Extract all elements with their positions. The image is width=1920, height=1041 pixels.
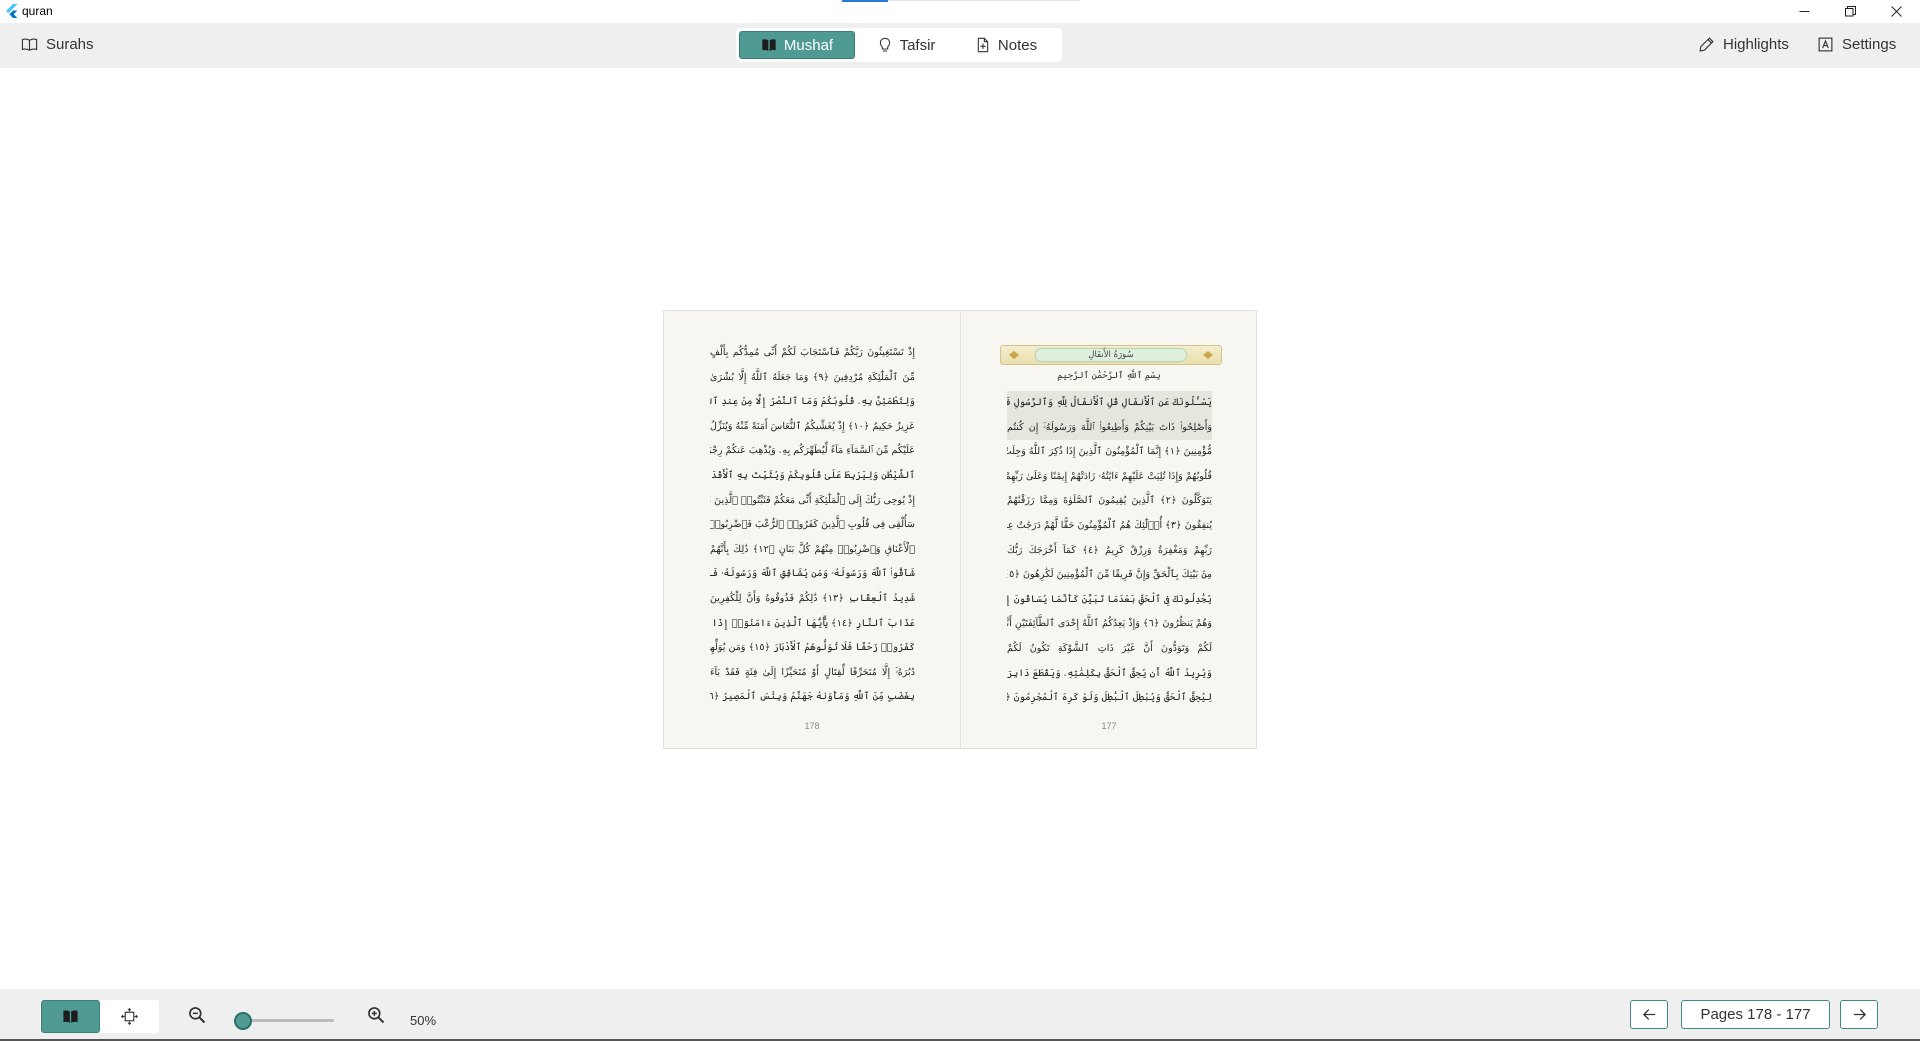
tab-mushaf-label: Mushaf [783,36,834,54]
page-number: 177 [1101,721,1117,731]
loading-indicator [842,0,888,2]
book-open-icon [63,1010,78,1023]
zoom-slider[interactable] [234,1011,334,1031]
verse-line[interactable]: ٱلشَّيْطَٰنِ وَلِيَرْبِطَ عَلَىٰ قُلُوبِ… [710,464,915,489]
verse-line[interactable]: عَذَابَ ٱلنَّارِ ﴿١٤﴾ يَٰٓأَيُّهَا ٱلَّذ… [710,612,915,637]
verse-line[interactable]: مُّؤْمِنِينَ ﴿١﴾ إِنَّمَا ٱلْمُؤْمِنُونَ… [1007,440,1212,465]
surahs-label: Surahs [46,36,94,53]
surahs-button[interactable]: Surahs [21,36,94,53]
flutter-logo-icon [6,4,18,18]
fit-screen-icon [121,1008,138,1025]
fit-page-view-button[interactable] [100,1000,159,1033]
book-open-outline-icon [21,38,38,51]
verse-line[interactable]: شَدِيدُ ٱلْعِقَابِ ﴿١٣﴾ ذَٰلِكُمْ فَذُوق… [710,587,915,612]
verse-line[interactable]: رَبِّهِمْ وَمَغْفِرَةٌ وَرِزْقٌ كَرِيمٌ … [1007,539,1212,564]
verse-line[interactable]: كَفَرُوا۟ زَحْفًا فَلَا تُوَلُّوهُمُ ٱلْ… [710,636,915,661]
surah-title: سُورَةُ الأَنفَالِ [1035,348,1187,362]
basmala: بِسْمِ ٱللَّهِ ٱلرَّحْمَٰنِ ٱلرَّحِيمِ [1057,371,1161,381]
verse-line[interactable]: يَتَوَكَّلُونَ ﴿٢﴾ ٱلَّذِينَ يُقِيمُونَ … [1007,489,1212,514]
verse-line[interactable]: يُجَٰدِلُونَكَ فِى ٱلْحَقِّ بَعْدَمَا تَ… [1007,588,1212,613]
view-mode-tabs: Mushaf Tafsir Notes [736,28,1062,62]
tab-notes-label: Notes [997,36,1038,54]
right-page-text: يَسْـَٔلُونَكَ عَنِ ٱلْأَنفَالِ قُلِ ٱلْ… [1007,391,1212,711]
font-settings-icon [1818,37,1833,52]
verse-line-highlighted[interactable]: وَأَصْلِحُوا۟ ذَاتَ بَيْنِكُمْ وَأَطِيعُ… [1007,415,1212,441]
verse-line[interactable]: دُبُرَهُۥٓ إِلَّا مُتَحَرِّفًا لِّقِتَال… [710,661,915,686]
book-open-icon [762,39,776,51]
verse-line[interactable]: يُنفِقُونَ ﴿٣﴾ أُو۟لَٰٓئِكَ هُمُ ٱلْمُؤْ… [1007,514,1212,539]
verse-line[interactable]: إِذْ يُوحِى رَبُّكَ إِلَى ٱلْمَلَٰٓئِكَة… [710,489,915,514]
verse-line[interactable]: سَأُلْقِى فِى قُلُوبِ ٱلَّذِينَ كَفَرُوا… [710,513,915,538]
top-toolbar: Surahs Mushaf Tafsir Notes Highlights Se… [0,23,1920,68]
left-page-text: إِذْ تَسْتَغِيثُونَ رَبَّكُمْ فَٱسْتَجَا… [710,341,915,710]
verse-line[interactable]: بِغَضَبٍ مِّنَ ٱللَّهِ وَمَأْوَىٰهُ جَهَ… [710,685,915,710]
loading-track [888,0,1080,1]
page-layout-toggle [40,1000,159,1033]
verse-line[interactable]: لِيُحِقَّ ٱلْحَقَّ وَيُبْطِلَ ٱلْبَٰطِلَ… [1007,686,1212,711]
arrow-right-icon [1853,1009,1866,1020]
verse-line[interactable]: لَكُمْ وَتَوَدُّونَ أَنَّ غَيْرَ ذَاتِ ٱ… [1007,637,1212,662]
verse-line[interactable]: مِّنَ ٱلْمَلَٰٓئِكَةِ مُرْدِفِينَ ﴿٩﴾ وَ… [710,366,915,391]
tab-notes[interactable]: Notes [956,31,1056,59]
surah-header-banner: سُورَةُ الأَنفَالِ [1000,345,1222,365]
settings-button[interactable]: Settings [1817,36,1896,53]
ornament-icon [1009,351,1019,359]
bottom-toolbar: 50% Pages 178 - 177 [0,989,1920,1041]
verse-line[interactable]: وَلِتَطْمَئِنَّ بِهِۦ قُلُوبُكُمْ وَمَا … [710,390,915,415]
restore-button[interactable] [1827,0,1873,23]
previous-page-button[interactable] [1630,1000,1668,1029]
minimize-icon [1799,11,1809,12]
two-page-view-button[interactable] [41,1000,100,1033]
page-range-label: Pages 178 - 177 [1700,1006,1811,1023]
page-number: 178 [804,721,820,731]
verse-line[interactable]: إِذْ تَسْتَغِيثُونَ رَبَّكُمْ فَٱسْتَجَا… [710,341,915,366]
tab-tafsir-label: Tafsir [899,36,936,54]
mushaf-spread: إِذْ تَسْتَغِيثُونَ رَبَّكُمْ فَٱسْتَجَا… [663,310,1257,749]
verse-line[interactable]: ٱلْأَعْنَاقِ وَٱضْرِبُوا۟ مِنْهُمْ كُلَّ… [710,538,915,563]
pen-icon [1699,37,1714,52]
tab-tafsir[interactable]: Tafsir [860,31,952,59]
window-title: quran [22,4,53,18]
tab-mushaf[interactable]: Mushaf [739,31,855,59]
mushaf-page-right[interactable]: سُورَةُ الأَنفَالِ بِسْمِ ٱللَّهِ ٱلرَّح… [961,311,1257,748]
verse-line[interactable]: وَيُرِيدُ ٱللَّهُ أَن يُحِقَّ ٱلْحَقَّ ب… [1007,662,1212,687]
page-range-indicator[interactable]: Pages 178 - 177 [1681,1000,1830,1029]
highlights-button[interactable]: Highlights [1698,36,1789,53]
zoom-out-icon[interactable] [187,1005,207,1025]
verse-line[interactable]: عَزِيزٌ حَكِيمٌ ﴿١٠﴾ إِذْ يُغَشِّيكُمُ ٱ… [710,415,915,440]
note-add-icon [977,37,989,53]
zoom-in-icon[interactable] [366,1005,386,1025]
close-icon [1890,6,1902,17]
verse-line[interactable]: عَلَيْكُم مِّنَ ٱلسَّمَآءِ مَآءً لِّيُطَ… [710,439,915,464]
mushaf-page-left[interactable]: إِذْ تَسْتَغِيثُونَ رَبَّكُمْ فَٱسْتَجَا… [664,311,960,748]
minimize-button[interactable] [1781,0,1827,23]
restore-icon [1844,6,1856,17]
title-bar: quran [0,0,1920,23]
verse-line[interactable]: قُلُوبُهُمْ وَإِذَا تُلِيَتْ عَلَيْهِمْ … [1007,465,1212,490]
verse-line[interactable]: مِنۢ بَيْتِكَ بِٱلْحَقِّ وَإِنَّ فَرِيقً… [1007,563,1212,588]
zoom-slider-thumb[interactable] [234,1012,252,1030]
ornament-icon [1203,351,1213,359]
settings-label: Settings [1842,36,1897,53]
zoom-level-label: 50% [410,1013,437,1028]
next-page-button[interactable] [1840,1000,1878,1029]
verse-line[interactable]: شَآقُّوا۟ ٱللَّهَ وَرَسُولَهُۥ وَمَن يُش… [710,562,915,587]
verse-line-highlighted[interactable]: يَسْـَٔلُونَكَ عَنِ ٱلْأَنفَالِ قُلِ ٱلْ… [1007,391,1212,416]
arrow-left-icon [1642,1009,1655,1020]
verse-line[interactable]: وَهُمْ يَنظُرُونَ ﴿٦﴾ وَإِذْ يَعِدُكُمُ … [1007,612,1212,637]
close-button[interactable] [1873,0,1919,23]
highlights-label: Highlights [1723,36,1789,53]
lightbulb-icon [879,37,890,52]
